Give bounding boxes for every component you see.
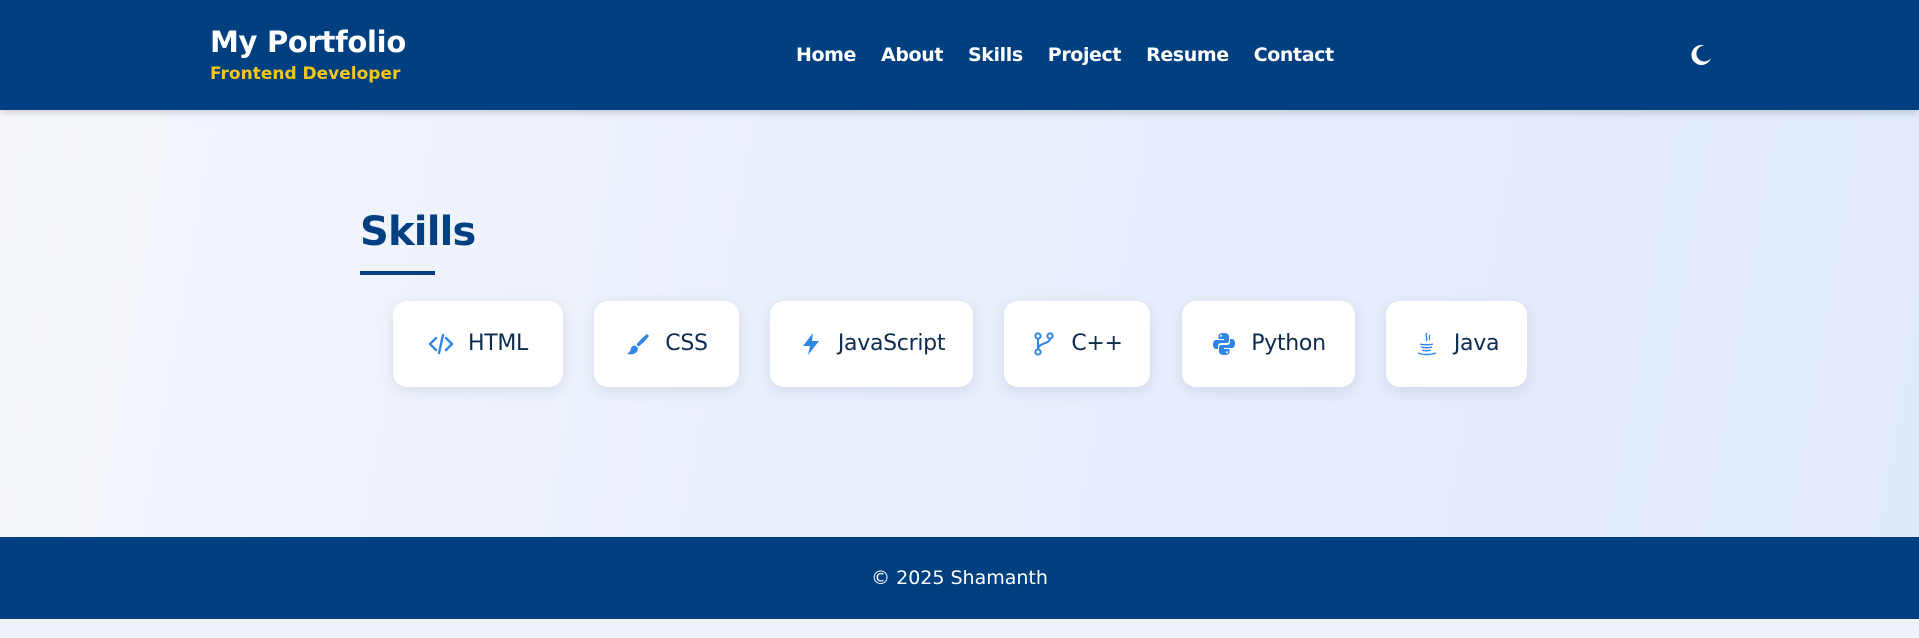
skill-label: C++ bbox=[1071, 331, 1123, 356]
java-cup-icon bbox=[1417, 332, 1437, 356]
nav-link-project[interactable]: Project bbox=[1048, 42, 1122, 68]
bolt-icon bbox=[802, 333, 819, 355]
section-title: Skills bbox=[360, 209, 476, 255]
skill-label: Python bbox=[1251, 331, 1326, 356]
skill-card-html[interactable]: HTML bbox=[393, 301, 563, 387]
python-icon bbox=[1213, 333, 1236, 355]
skill-card-css[interactable]: CSS bbox=[594, 301, 739, 387]
code-icon bbox=[428, 333, 454, 355]
navbar: My Portfolio Frontend Developer Home Abo… bbox=[0, 0, 1919, 110]
nav-link-home[interactable]: Home bbox=[796, 42, 856, 68]
skill-card-python[interactable]: Python bbox=[1182, 301, 1355, 387]
nav-link-contact[interactable]: Contact bbox=[1254, 42, 1334, 68]
nav-link-resume[interactable]: Resume bbox=[1146, 42, 1229, 68]
git-branch-icon bbox=[1034, 332, 1054, 356]
theme-toggle-button[interactable] bbox=[1688, 42, 1714, 68]
skill-label: HTML bbox=[467, 331, 529, 356]
paintbrush-icon bbox=[627, 334, 650, 355]
skill-card-java[interactable]: Java bbox=[1386, 301, 1527, 387]
brand-title: My Portfolio bbox=[210, 25, 406, 59]
skill-label: Java bbox=[1453, 331, 1500, 356]
skill-card-javascript[interactable]: JavaScript bbox=[770, 301, 973, 387]
skill-label: CSS bbox=[665, 331, 708, 356]
moon-icon bbox=[1691, 45, 1711, 66]
skills-section: Skills HTML CSS JavaScript C++ Python Ja… bbox=[0, 110, 1919, 537]
title-underline bbox=[360, 271, 435, 275]
nav-link-about[interactable]: About bbox=[881, 42, 943, 68]
nav-link-skills[interactable]: Skills bbox=[968, 42, 1023, 68]
brand[interactable]: My Portfolio Frontend Developer bbox=[210, 24, 406, 86]
brand-subtitle: Frontend Developer bbox=[210, 64, 401, 84]
skill-card-cpp[interactable]: C++ bbox=[1004, 301, 1150, 387]
footer: © 2025 Shamanth bbox=[0, 537, 1919, 619]
page-bottom bbox=[0, 619, 1919, 638]
nav-links: Home About Skills Project Resume Contact bbox=[796, 42, 1359, 68]
skill-label: JavaScript bbox=[837, 331, 946, 356]
footer-copyright: © 2025 Shamanth bbox=[871, 567, 1048, 589]
